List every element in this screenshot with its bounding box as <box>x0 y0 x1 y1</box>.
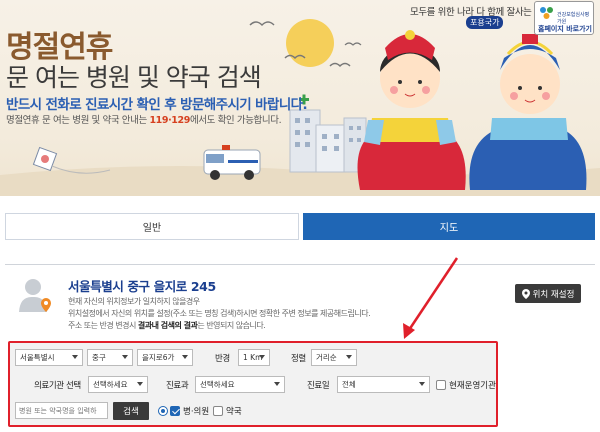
hospital-radio[interactable] <box>158 406 168 416</box>
chevron-down-icon <box>346 355 352 359</box>
banner-info-numbers: 119·129 <box>149 115 190 126</box>
reset-location-label: 위치 재설정 <box>532 289 575 300</box>
institution-value: 선택하세요 <box>93 380 128 389</box>
treatment-day-label: 진료일 <box>307 381 330 391</box>
pharmacy-checkbox[interactable] <box>213 406 223 416</box>
page: 명절연휴 문 여는 병원 및 약국 검색 반드시 전화로 진료시간 확인 후 방… <box>0 0 600 432</box>
hospital-option-label: 병·의원 <box>183 407 210 417</box>
map-pin-icon <box>521 288 530 299</box>
banner-headline: 문 여는 병원 및 약국 검색 <box>6 63 262 92</box>
chevron-down-icon <box>182 355 188 359</box>
banner-info: 명절연휴 문 여는 병원 및 약국 안내는 119·129에서도 확인 가능합니… <box>6 112 282 126</box>
current-address: 서울특별시 중구 을지로 245 <box>68 279 216 294</box>
holiday-banner: 명절연휴 문 여는 병원 및 약국 검색 반드시 전화로 진료시간 확인 후 방… <box>0 0 600 196</box>
chevron-down-icon <box>274 382 280 386</box>
treatment-day-select[interactable]: 전체 <box>337 376 430 393</box>
institution-select[interactable]: 선택하세요 <box>88 376 148 393</box>
institution-label: 의료기관 선택 <box>34 381 81 391</box>
sort-label: 정렬 <box>291 354 306 364</box>
hira-logo-icon <box>540 7 553 19</box>
sido-value: 서울특별시 <box>20 353 55 362</box>
search-input[interactable] <box>15 402 108 419</box>
search-button[interactable]: 검색 <box>113 402 149 420</box>
sigungu-value: 중구 <box>92 353 106 362</box>
reset-location-button[interactable]: 위치 재설정 <box>515 284 581 303</box>
department-value: 선택하세요 <box>200 380 235 389</box>
department-select[interactable]: 선택하세요 <box>195 376 285 393</box>
sort-value: 거리순 <box>316 353 337 362</box>
location-note-3-prefix: 주소 또는 반경 변경시 <box>68 321 138 330</box>
chevron-down-icon <box>72 355 78 359</box>
tab-general[interactable]: 일반 <box>5 213 299 240</box>
boy-character-illustration <box>469 34 587 190</box>
operating-now-label: 현재운영기관 <box>449 381 496 391</box>
hospital-checkbox[interactable] <box>170 406 180 416</box>
chevron-down-icon <box>122 355 128 359</box>
dong-value: 을지로6가 <box>142 353 175 362</box>
pharmacy-option-label: 약국 <box>226 407 242 417</box>
pogo-badge: 포용국가 <box>466 16 504 29</box>
location-note-3-suffix: 는 반영되지 않습니다. <box>197 321 266 330</box>
operating-now-checkbox[interactable] <box>436 380 446 390</box>
sido-select[interactable]: 서울특별시 <box>15 349 83 366</box>
homepage-shortcut-label: 홈페이지 바로가기 <box>538 25 592 33</box>
chevron-down-icon <box>137 382 143 386</box>
homepage-shortcut-button[interactable]: 건강보험심사평가원 홈페이지 바로가기 <box>534 1 594 35</box>
girl-character-illustration <box>357 30 466 190</box>
banner-info-prefix: 명절연휴 문 여는 병원 및 약국 안내는 <box>6 115 150 126</box>
moon-icon <box>286 19 334 67</box>
treatment-day-value: 전체 <box>342 380 356 389</box>
chevron-down-icon <box>259 355 265 359</box>
banner-subtitle: 반드시 전화로 진료시간 확인 후 방문해주시기 바랍니다. <box>6 97 308 113</box>
radius-select[interactable]: 1 Km <box>238 349 270 366</box>
bird-icon <box>329 62 351 68</box>
location-note-1: 현재 자신의 위치정보가 일치하지 않을경우 <box>68 297 200 306</box>
location-note-3: 주소 또는 반경 변경시 결과내 검색의 결과는 반영되지 않습니다. <box>68 320 266 331</box>
tab-map[interactable]: 지도 <box>303 213 595 240</box>
user-location-avatar-icon <box>19 279 51 312</box>
sigungu-select[interactable]: 중구 <box>87 349 133 366</box>
sort-select[interactable]: 거리순 <box>311 349 357 366</box>
hira-logo-small-text: 건강보험심사평가원 <box>557 12 590 25</box>
dong-select[interactable]: 을지로6가 <box>137 349 193 366</box>
bird-icon <box>249 21 275 27</box>
radius-label: 반경 <box>215 354 230 364</box>
location-note-2: 위치설정에서 자신의 위치를 설정(주소 또는 명칭 검색)하시면 정확한 주변… <box>68 309 371 318</box>
chevron-down-icon <box>419 382 425 386</box>
department-label: 진료과 <box>166 381 189 391</box>
bird-icon <box>344 42 362 46</box>
location-note-3-bold: 결과내 검색의 결과 <box>137 321 198 330</box>
banner-info-suffix: 에서도 확인 가능합니다. <box>189 115 282 126</box>
